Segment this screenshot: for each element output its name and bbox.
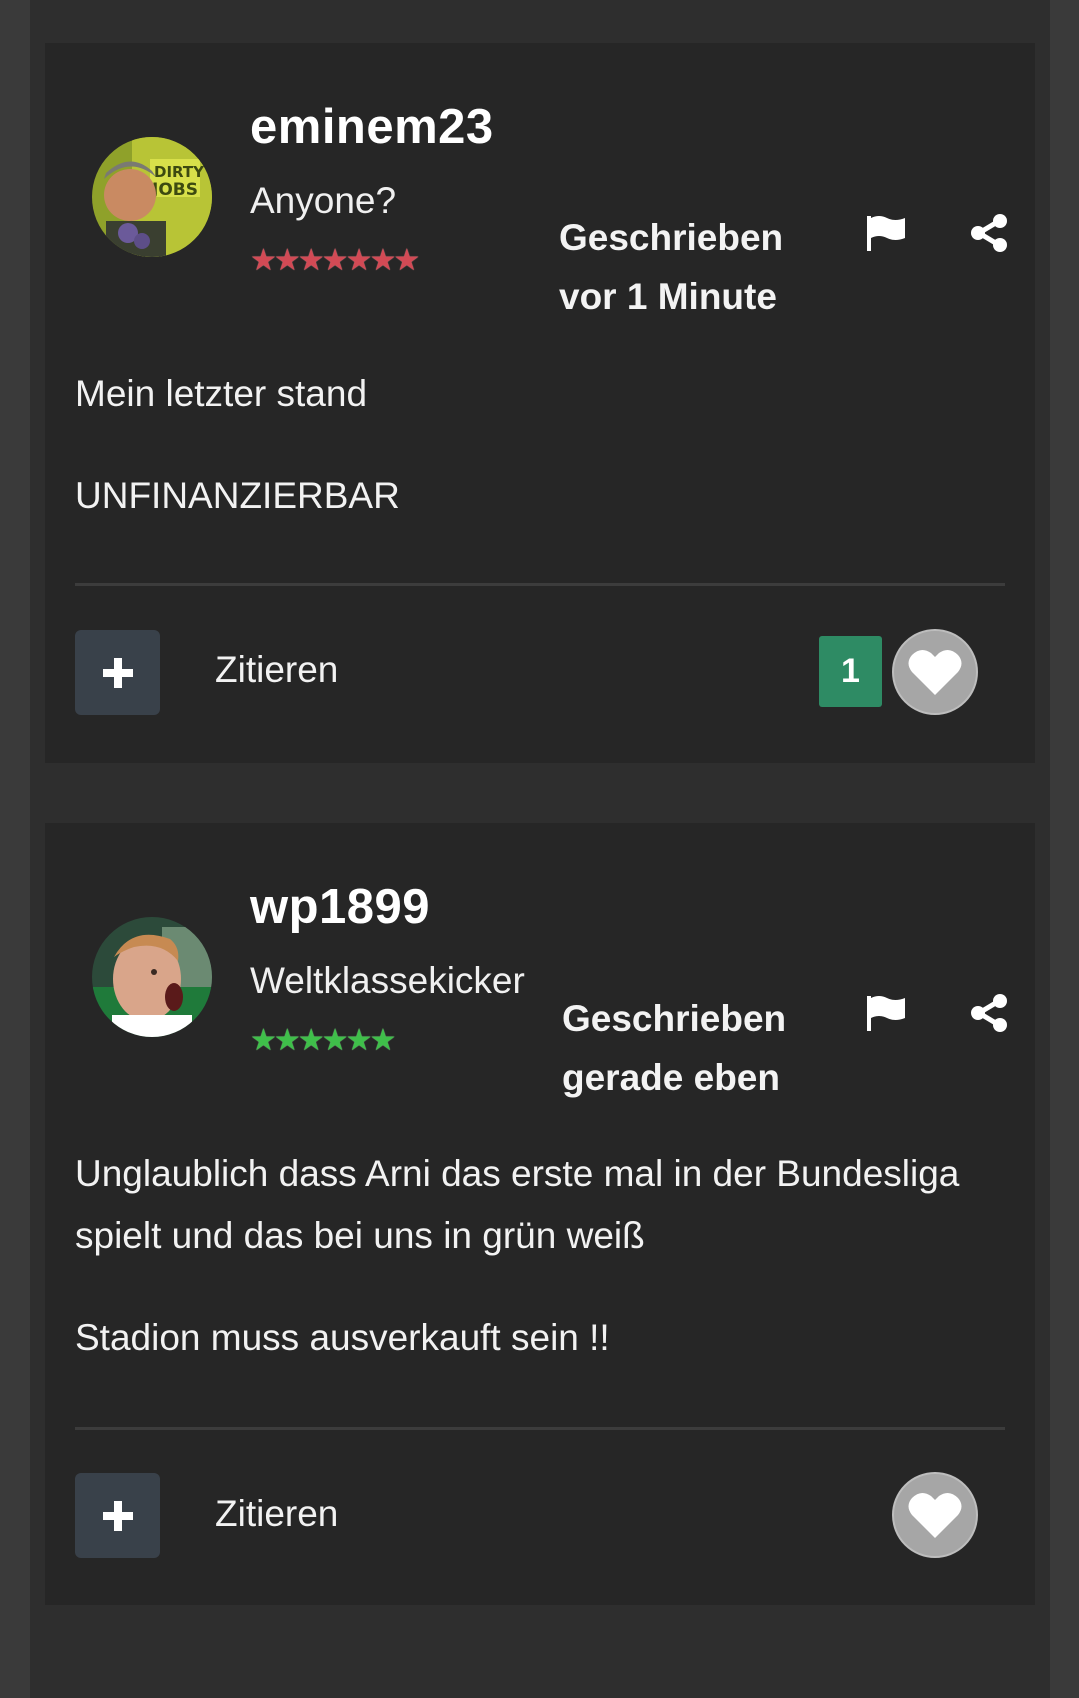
username[interactable]: wp1899	[250, 879, 430, 935]
posted-label: Geschrieben	[562, 998, 787, 1039]
forum-post: wp1899 Weltklassekicker ★★★★★★ Geschrieb…	[45, 823, 1035, 1605]
multiquote-button[interactable]	[75, 630, 160, 715]
posted-time: vor 1 Minute	[559, 276, 777, 317]
post-timestamp[interactable]: Geschrieben gerade eben	[562, 989, 786, 1107]
avatar[interactable]: DIRTY JOBS	[92, 137, 212, 257]
like-count-badge[interactable]: 1	[819, 636, 882, 707]
multiquote-button[interactable]	[75, 1473, 160, 1558]
posted-label: Geschrieben	[559, 217, 784, 258]
share-icon[interactable]	[969, 213, 1009, 253]
heart-icon	[908, 1492, 962, 1538]
username[interactable]: eminem23	[250, 99, 494, 155]
post-paragraph: UNFINANZIERBAR	[75, 475, 400, 516]
like-button[interactable]	[892, 1472, 978, 1558]
user-title: Weltklassekicker	[250, 960, 525, 1001]
forum-post: DIRTY JOBS eminem23 Anyone? ★★★★★★★ Gesc…	[45, 43, 1035, 763]
divider	[75, 583, 1005, 586]
quote-button[interactable]: Zitieren	[215, 1493, 338, 1535]
user-title: Anyone?	[250, 180, 397, 221]
share-icon[interactable]	[969, 993, 1009, 1033]
like-button[interactable]	[892, 629, 978, 715]
rank-stars: ★★★★★★★	[250, 244, 420, 277]
post-content: Unglaublich dass Arni das erste mal in d…	[75, 1143, 1015, 1409]
avatar-image	[92, 917, 212, 1037]
post-content: Mein letzter stand UNFINANZIERBAR	[75, 363, 1015, 567]
divider	[75, 1427, 1005, 1430]
avatar-image: DIRTY JOBS	[92, 137, 212, 257]
svg-text:DIRTY: DIRTY	[154, 163, 205, 181]
post-paragraph: Stadion muss ausverkauft sein !!	[75, 1317, 610, 1358]
post-timestamp[interactable]: Geschrieben vor 1 Minute	[559, 208, 783, 326]
heart-icon	[908, 649, 962, 695]
posted-time: gerade eben	[562, 1057, 780, 1098]
flag-icon[interactable]	[863, 213, 909, 253]
rank-stars: ★★★★★★	[250, 1024, 396, 1057]
post-paragraph: Mein letzter stand	[75, 373, 368, 414]
quote-button[interactable]: Zitieren	[215, 649, 338, 691]
svg-text:JOBS: JOBS	[151, 180, 198, 200]
plus-icon	[102, 657, 133, 688]
post-paragraph: Unglaublich dass Arni das erste mal in d…	[75, 1153, 960, 1256]
flag-icon[interactable]	[863, 993, 909, 1033]
plus-icon	[102, 1500, 133, 1531]
avatar[interactable]	[92, 917, 212, 1037]
